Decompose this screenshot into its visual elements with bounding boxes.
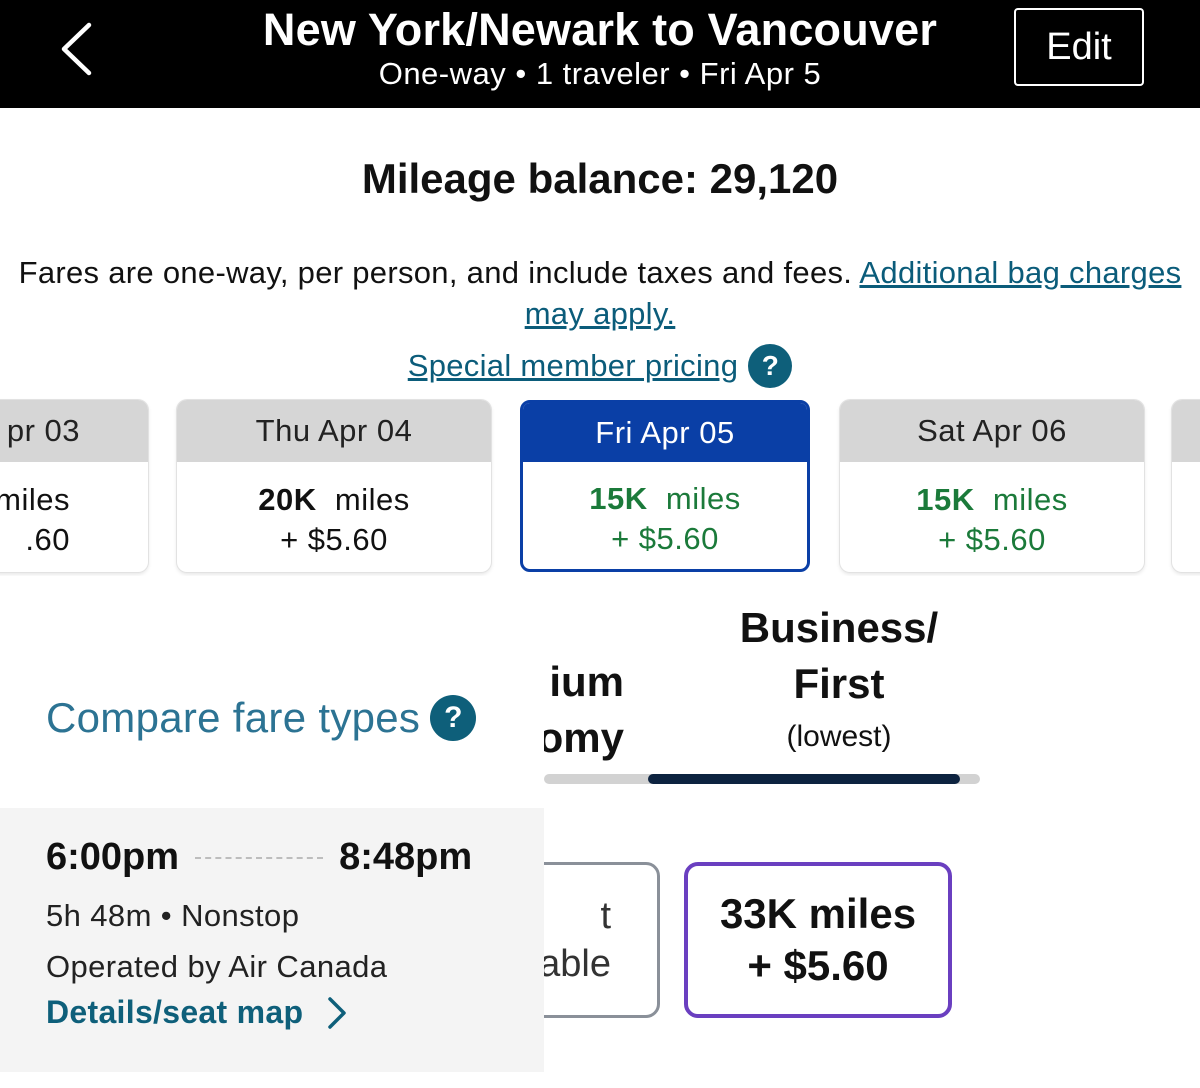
mileage-balance: Mileage balance: 29,120 xyxy=(361,155,839,202)
help-icon[interactable]: ? xyxy=(430,695,477,741)
cash-price: + $5.60 xyxy=(611,521,719,556)
unavailable-line1: t xyxy=(600,895,611,937)
date-selector: pr 03 miles .60 Thu Apr 04 20K miles + $… xyxy=(0,398,1200,576)
miles-unit: miles xyxy=(665,481,741,516)
date-card-next[interactable] xyxy=(1172,400,1200,572)
premium-economy-header[interactable]: ium omy xyxy=(544,654,624,766)
cabin-columns: ium omy Business/ First (lowest) t able … xyxy=(544,598,1200,1088)
flight-times: 6:00pm 8:48pm xyxy=(46,836,506,879)
cash-price: + $5.60 xyxy=(280,522,388,557)
details-seat-map-label: Details/seat map xyxy=(46,994,304,1030)
date-label xyxy=(1172,400,1200,462)
premium-header-line2: omy xyxy=(544,714,624,761)
fare-cash: + $5.60 xyxy=(747,942,889,989)
details-seat-map-link[interactable]: Details/seat map xyxy=(46,994,347,1031)
business-header-sub: (lowest) xyxy=(786,720,892,753)
top-header: New York/Newark to Vancouver One-way • 1… xyxy=(0,0,1200,108)
fares-note: Fares are one-way, per person, and inclu… xyxy=(0,252,1200,334)
route-dash xyxy=(195,856,324,859)
unavailable-line2: able xyxy=(544,943,611,985)
miles-amount: 15K xyxy=(916,482,975,517)
fares-note-text: Fares are one-way, per person, and inclu… xyxy=(18,255,860,290)
date-price: 20K miles + $5.60 xyxy=(177,462,491,560)
fare-cells: t able 33K miles + $5.60 xyxy=(544,808,1200,1072)
business-fare-button[interactable]: 33K miles + $5.60 xyxy=(684,862,952,1018)
date-label: Fri Apr 05 xyxy=(523,403,807,462)
date-price: 15K miles + $5.60 xyxy=(523,462,807,559)
date-card-apr-03[interactable]: pr 03 miles .60 xyxy=(0,400,148,572)
business-header-line1: Business/ xyxy=(739,604,939,651)
date-price: miles .60 xyxy=(0,462,148,560)
flight-row: 6:00pm 8:48pm 5h 48m • Nonstop Operated … xyxy=(0,808,544,1072)
date-label: Thu Apr 04 xyxy=(177,400,491,462)
miles-amount: 15K xyxy=(589,481,648,516)
miles-amount: 20K xyxy=(258,482,317,517)
cash-price: .60 xyxy=(25,522,70,557)
date-label: pr 03 xyxy=(0,400,148,462)
cash-price: + $5.60 xyxy=(938,522,1046,557)
arrival-time: 8:48pm xyxy=(339,836,473,878)
edit-button[interactable]: Edit xyxy=(1014,8,1144,86)
premium-fare-unavailable: t able xyxy=(544,862,660,1018)
miles-unit: miles xyxy=(992,482,1068,517)
date-price: 15K miles + $5.60 xyxy=(840,462,1144,560)
date-label: Sat Apr 06 xyxy=(840,400,1144,462)
date-card-apr-06[interactable]: Sat Apr 06 15K miles + $5.60 xyxy=(840,400,1144,572)
compare-fare-types: Compare fare types ? xyxy=(46,694,477,742)
compare-fare-types-link[interactable]: Compare fare types xyxy=(46,694,420,742)
business-first-header[interactable]: Business/ First (lowest) xyxy=(694,600,984,754)
flight-operator: Operated by Air Canada xyxy=(46,949,388,984)
special-member-pricing-link[interactable]: Special member pricing xyxy=(408,348,739,384)
special-pricing: Special member pricing ? xyxy=(0,344,1200,388)
premium-header-line1: ium xyxy=(549,658,624,705)
departure-time: 6:00pm xyxy=(46,836,180,878)
flight-duration: 5h 48m • Nonstop xyxy=(46,898,300,933)
help-icon[interactable]: ? xyxy=(748,344,793,388)
miles-unit: miles xyxy=(334,482,410,517)
miles-unit: miles xyxy=(0,482,70,517)
date-card-apr-04[interactable]: Thu Apr 04 20K miles + $5.60 xyxy=(177,400,491,572)
cabin-scroll-indicator[interactable] xyxy=(648,774,960,784)
business-header-line2: First xyxy=(793,660,885,707)
fare-miles: 33K miles xyxy=(719,890,917,937)
date-card-apr-05[interactable]: Fri Apr 05 15K miles + $5.60 xyxy=(520,400,810,572)
chevron-right-icon xyxy=(328,996,347,1029)
